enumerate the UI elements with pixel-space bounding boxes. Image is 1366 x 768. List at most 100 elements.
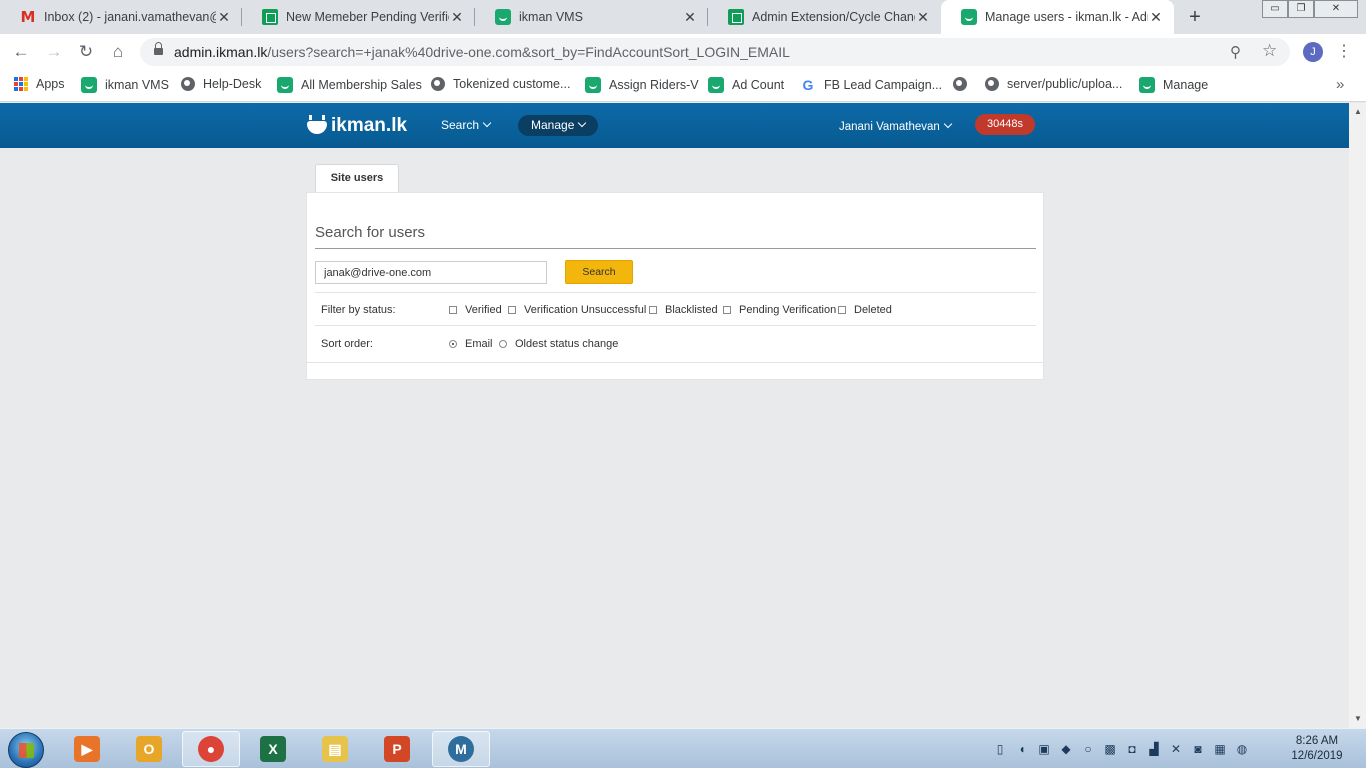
globe-icon bbox=[985, 77, 999, 91]
counter-badge: 30448s bbox=[975, 114, 1035, 135]
close-icon[interactable]: ✕ bbox=[216, 9, 232, 26]
search-button[interactable]: Search bbox=[565, 260, 633, 284]
filter-deleted[interactable]: Deleted bbox=[838, 304, 892, 316]
search-users-panel: Search for users Search Filter by status… bbox=[306, 192, 1044, 380]
checkbox[interactable] bbox=[449, 306, 457, 314]
system-tray: ▯ ◖ ▣ ◆ ○ ▩ ◘ ▟ ✕ ◙ ▦ ◍ bbox=[992, 741, 1250, 757]
clipboard-icon[interactable]: ▯ bbox=[992, 741, 1008, 757]
ikman-logo[interactable]: ikman.lk bbox=[306, 115, 407, 137]
nav-search[interactable]: Search bbox=[428, 115, 503, 136]
flag-icon[interactable]: ✕ bbox=[1168, 741, 1184, 757]
close-icon[interactable]: ✕ bbox=[449, 9, 465, 26]
taskbar-explorer[interactable]: ▤ bbox=[306, 731, 364, 767]
bookmarks-bar: Apps ikman VMS Help-Desk All Membership … bbox=[0, 70, 1366, 102]
filter-blacklisted[interactable]: Blacklisted bbox=[649, 304, 718, 316]
bookmark-ikman-vms[interactable]: ikman VMS bbox=[81, 77, 169, 93]
sort-oldest-status-change[interactable]: Oldest status change bbox=[499, 338, 618, 350]
page-scrollbar[interactable]: ▲ ▼ bbox=[1349, 103, 1366, 728]
bookmark-manage[interactable]: Manage bbox=[1139, 77, 1208, 93]
cloud-icon[interactable]: ○ bbox=[1080, 741, 1096, 757]
taskbar-chrome[interactable]: ● bbox=[182, 731, 240, 767]
zoom-icon[interactable]: ⚲ bbox=[1230, 43, 1241, 61]
browser-tab-strip: M Inbox (2) - janani.vamathevan@ ✕ New M… bbox=[0, 0, 1366, 34]
security-icon[interactable]: ▩ bbox=[1102, 741, 1118, 757]
close-icon[interactable]: ✕ bbox=[1148, 9, 1164, 26]
user-menu[interactable]: Janani Vamathevan bbox=[839, 119, 953, 133]
window-close-button[interactable]: ✕ bbox=[1314, 0, 1358, 18]
filter-verified[interactable]: Verified bbox=[449, 304, 502, 316]
chevron-down-icon bbox=[578, 118, 587, 128]
reload-button[interactable]: ↻ bbox=[75, 41, 97, 63]
kebab-menu-icon[interactable]: ⋮ bbox=[1336, 41, 1352, 61]
tab-title: New Memeber Pending Verifica bbox=[286, 10, 449, 24]
app-m-icon: M bbox=[448, 736, 474, 762]
acrobat-icon[interactable]: ◘ bbox=[1124, 741, 1140, 757]
home-button[interactable]: ⌂ bbox=[107, 41, 129, 63]
bookmark-assign-riders[interactable]: Assign Riders-V bbox=[585, 77, 699, 93]
tab-admin-extension[interactable]: Admin Extension/Cycle Change ✕ bbox=[708, 0, 941, 34]
ikman-icon bbox=[277, 77, 293, 93]
panel-heading: Search for users bbox=[315, 224, 426, 241]
gmail-icon: M bbox=[20, 8, 36, 26]
tab-ikman-vms[interactable]: ikman VMS ✕ bbox=[475, 0, 708, 34]
scroll-up-icon[interactable]: ▲ bbox=[1354, 107, 1362, 116]
chevron-down-icon bbox=[482, 118, 492, 128]
divider bbox=[315, 325, 1036, 326]
close-icon[interactable]: ✕ bbox=[915, 9, 931, 26]
tab-pending-verification[interactable]: New Memeber Pending Verifica ✕ bbox=[242, 0, 475, 34]
taskbar-outlook[interactable]: O bbox=[120, 731, 178, 767]
star-icon[interactable]: ☆ bbox=[1262, 41, 1277, 61]
pdf-icon[interactable]: ◙ bbox=[1190, 741, 1206, 757]
bookmark-ad-count[interactable]: Ad Count bbox=[708, 77, 784, 93]
taskbar-media-player[interactable]: ▶ bbox=[58, 731, 116, 767]
restore-button[interactable]: ❐ bbox=[1288, 0, 1314, 18]
divider bbox=[315, 292, 1036, 293]
globe-tray-icon[interactable]: ◍ bbox=[1234, 741, 1250, 757]
filter-pending-verification[interactable]: Pending Verification bbox=[723, 304, 836, 316]
checkbox[interactable] bbox=[508, 306, 516, 314]
globe-icon bbox=[953, 77, 967, 91]
nav-manage[interactable]: Manage bbox=[518, 115, 599, 136]
taskbar-app-m[interactable]: M bbox=[432, 731, 490, 767]
radio-button[interactable] bbox=[499, 340, 507, 348]
forward-button[interactable]: → bbox=[43, 41, 65, 63]
volume-icon[interactable]: ◖ bbox=[1014, 741, 1030, 757]
bookmark-membership-sales[interactable]: All Membership Sales bbox=[277, 77, 422, 93]
minimize-button[interactable]: ▭ bbox=[1262, 0, 1288, 18]
network-drive-icon[interactable]: ▣ bbox=[1036, 741, 1052, 757]
profile-avatar[interactable]: J bbox=[1303, 42, 1323, 62]
back-button[interactable]: ← bbox=[10, 41, 32, 63]
start-button[interactable] bbox=[8, 732, 44, 768]
bookmarks-overflow-button[interactable]: » bbox=[1336, 76, 1344, 93]
user-search-input[interactable] bbox=[315, 261, 547, 284]
signal-icon[interactable]: ▟ bbox=[1146, 741, 1162, 757]
checkbox[interactable] bbox=[723, 306, 731, 314]
checkbox[interactable] bbox=[838, 306, 846, 314]
close-icon[interactable]: ✕ bbox=[682, 9, 698, 26]
taskbar-powerpoint[interactable]: P bbox=[368, 731, 426, 767]
bookmark-tokenized[interactable]: Tokenized custome... bbox=[431, 77, 570, 91]
checkbox[interactable] bbox=[649, 306, 657, 314]
radio-button[interactable] bbox=[449, 340, 457, 348]
filter-verification-unsuccessful[interactable]: Verification Unsuccessful bbox=[508, 304, 646, 316]
new-tab-button[interactable]: + bbox=[1184, 6, 1206, 28]
bookmark-apps[interactable]: Apps bbox=[14, 77, 65, 91]
clock-time: 8:26 AM bbox=[1295, 735, 1339, 747]
sort-email[interactable]: Email bbox=[449, 338, 493, 350]
scroll-down-icon[interactable]: ▼ bbox=[1354, 714, 1362, 723]
bookmark-server-public[interactable]: server/public/uploa... bbox=[985, 77, 1122, 91]
bluetooth-icon[interactable]: ◆ bbox=[1058, 741, 1074, 757]
explorer-icon: ▤ bbox=[322, 736, 348, 762]
windows-icon[interactable]: ▦ bbox=[1212, 741, 1228, 757]
url-field[interactable]: admin.ikman.lk/users?search=+janak%40dri… bbox=[140, 38, 1290, 66]
tab-gmail-inbox[interactable]: M Inbox (2) - janani.vamathevan@ ✕ bbox=[0, 0, 242, 34]
taskbar-excel[interactable]: X bbox=[244, 731, 302, 767]
tab-site-users[interactable]: Site users bbox=[315, 164, 399, 193]
bookmark-fb-lead[interactable]: G FB Lead Campaign... bbox=[800, 77, 943, 93]
bookmark-help-desk[interactable]: Help-Desk bbox=[181, 77, 261, 91]
ikman-icon bbox=[585, 77, 601, 93]
bookmark-globe[interactable] bbox=[953, 77, 975, 91]
system-clock[interactable]: 8:26 AM 12/6/2019 bbox=[1282, 734, 1352, 764]
tab-manage-users[interactable]: Manage users - ikman.lk - Adm ✕ bbox=[941, 0, 1174, 34]
powerpoint-icon: P bbox=[384, 736, 410, 762]
